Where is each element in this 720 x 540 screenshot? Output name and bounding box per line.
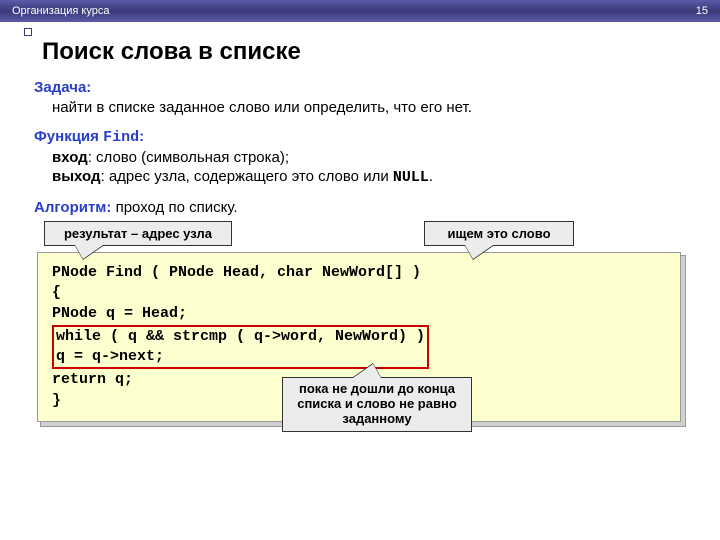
task-block: Задача: найти в списке заданное слово ил… (34, 78, 686, 117)
algo-text: проход по списку. (111, 199, 237, 216)
breadcrumb: Организация курса (12, 5, 109, 17)
callout-result: результат – адрес узла (44, 221, 232, 246)
algo-block: Алгоритм: проход по списку. (34, 198, 686, 218)
slide-bullet-icon (24, 28, 32, 36)
code-line: q = q->next; (56, 348, 164, 365)
header-bar: Организация курса 15 (0, 0, 720, 22)
func-colon: : (139, 128, 144, 145)
code-line: while ( q && strcmp ( q->word, NewWord) … (56, 328, 425, 345)
input-label: вход (52, 149, 88, 166)
page-number: 15 (696, 5, 708, 17)
output-label: выход (52, 168, 101, 185)
code-area: результат – адрес узла ищем это слово PN… (34, 255, 686, 427)
callout-search: ищем это слово (424, 221, 574, 246)
func-output: выход: адрес узла, содержащего это слово… (34, 167, 686, 188)
code-line: PNode q = Head; (52, 304, 666, 324)
null-literal: NULL (393, 169, 429, 186)
highlight-box: while ( q && strcmp ( q->word, NewWord) … (52, 325, 429, 370)
func-label: Функция (34, 128, 103, 145)
output-dot: . (429, 168, 433, 185)
input-text: : слово (символьная строка); (88, 149, 289, 166)
task-label: Задача: (34, 79, 91, 96)
page-title: Поиск слова в списке (42, 38, 686, 66)
func-input: вход: слово (символьная строка); (34, 148, 686, 168)
output-text: : адрес узла, содержащего это слово или (101, 168, 393, 185)
slide-content: Поиск слова в списке Задача: найти в спи… (0, 22, 720, 427)
code-line: { (52, 283, 666, 303)
func-name: Find (103, 129, 139, 146)
callout-while: пока не дошли до конца списка и слово не… (282, 377, 472, 432)
task-text: найти в списке заданное слово или опреде… (34, 98, 686, 118)
algo-label: Алгоритм: (34, 199, 111, 216)
function-block: Функция Find: вход: слово (символьная ст… (34, 127, 686, 188)
code-line: PNode Find ( PNode Head, char NewWord[] … (52, 263, 666, 283)
